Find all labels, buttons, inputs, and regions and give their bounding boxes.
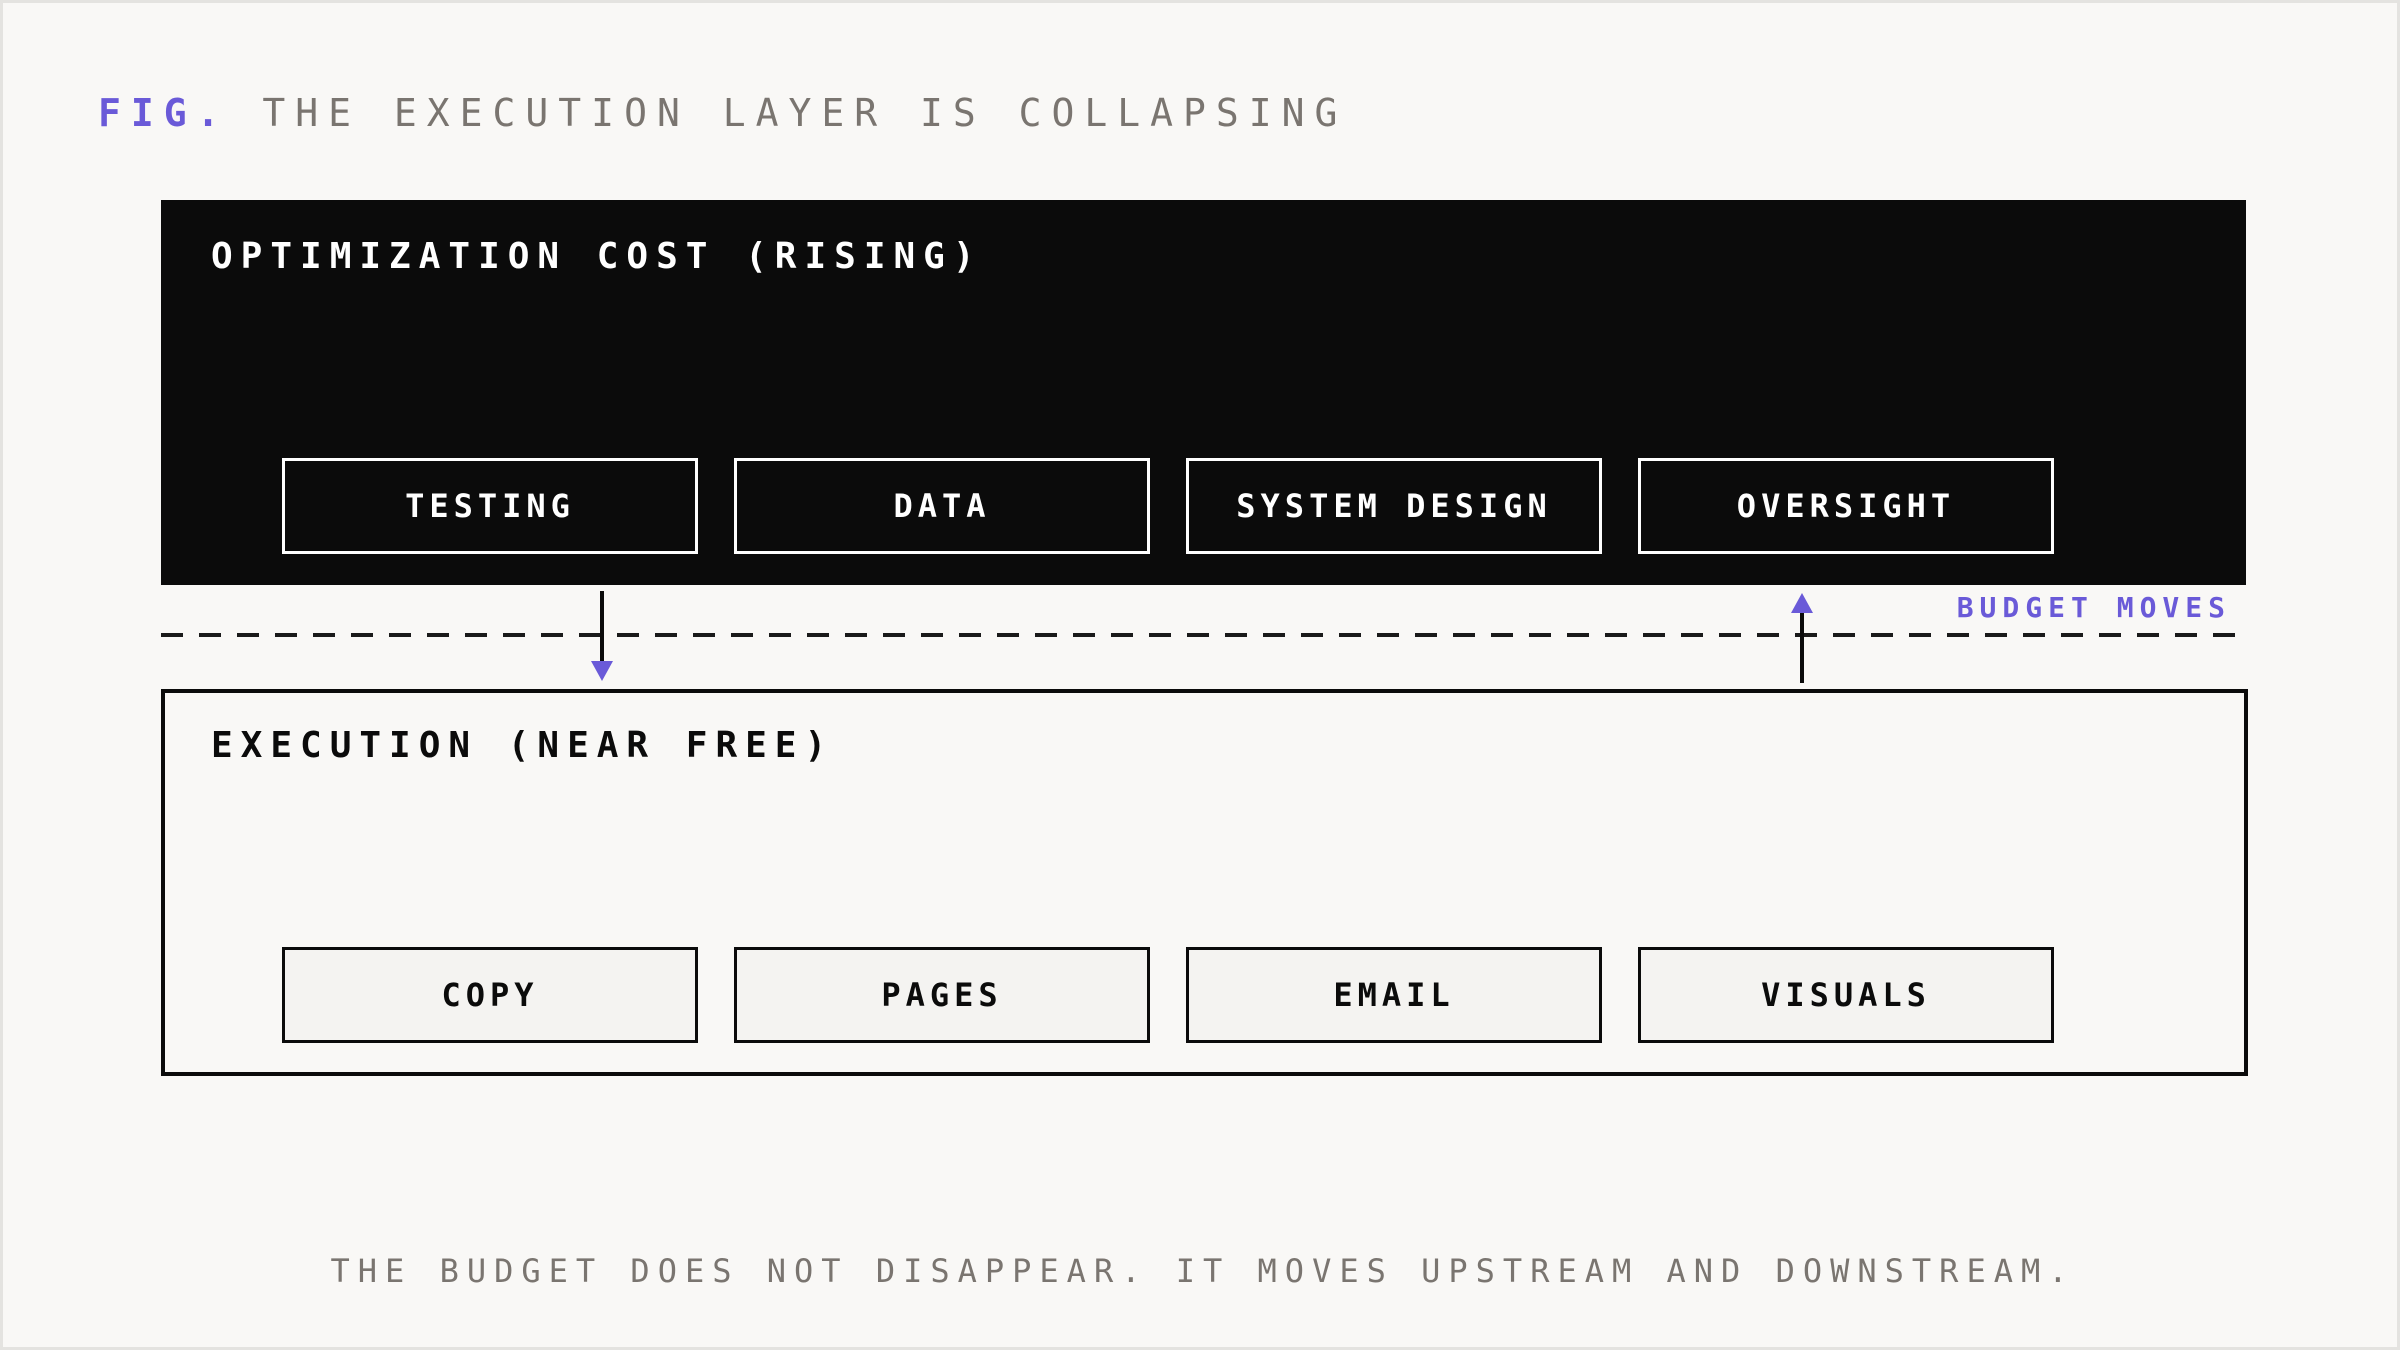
optimization-item-data: DATA xyxy=(734,458,1150,554)
layer-divider xyxy=(161,633,2246,637)
optimization-layer-panel: OPTIMIZATION COST (RISING) TESTING DATA … xyxy=(161,200,2246,585)
execution-item-pages: PAGES xyxy=(734,947,1150,1043)
optimization-item-system-design: SYSTEM DESIGN xyxy=(1186,458,1602,554)
execution-item-email: EMAIL xyxy=(1186,947,1602,1043)
figure-prefix: FIG. xyxy=(98,91,230,135)
execution-item-copy: COPY xyxy=(282,947,698,1043)
execution-layer-heading: EXECUTION (NEAR FREE) xyxy=(211,725,835,766)
figure-title: FIG. THE EXECUTION LAYER IS COLLAPSING xyxy=(98,87,1347,139)
execution-item-visuals: VISUALS xyxy=(1638,947,2054,1043)
figure-title-text: THE EXECUTION LAYER IS COLLAPSING xyxy=(262,91,1348,135)
optimization-item-testing: TESTING xyxy=(282,458,698,554)
optimization-layer-heading: OPTIMIZATION COST (RISING) xyxy=(211,236,983,277)
execution-layer-panel: EXECUTION (NEAR FREE) COPY PAGES EMAIL V… xyxy=(161,689,2248,1076)
budget-moves-label: BUDGET MOVES xyxy=(1956,591,2231,624)
footer-note: THE BUDGET DOES NOT DISAPPEAR. IT MOVES … xyxy=(330,1252,2076,1290)
optimization-item-oversight: OVERSIGHT xyxy=(1638,458,2054,554)
figure-frame: FIG. THE EXECUTION LAYER IS COLLAPSING O… xyxy=(0,0,2400,1350)
arrow-up-icon xyxy=(1791,593,1813,683)
